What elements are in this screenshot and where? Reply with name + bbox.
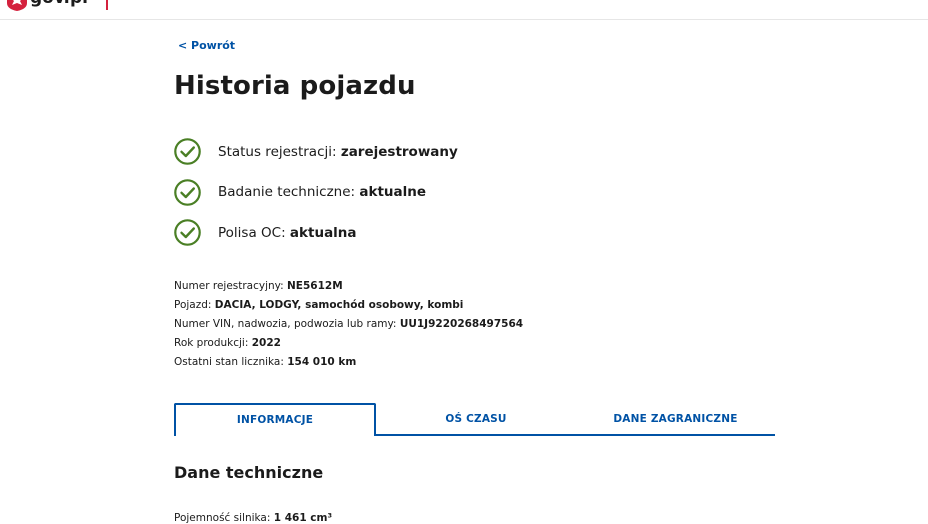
info-value: 154 010 km (287, 356, 357, 368)
vehicle-row-registration-number: Numer rejestracyjny: NE5612M (174, 277, 523, 296)
status-label: Polisa OC: (218, 224, 286, 241)
tab-bar: INFORMACJE OŚ CZASU DANE ZAGRANICZNE (174, 403, 775, 436)
check-circle-icon (174, 138, 201, 165)
logo-text[interactable]: gov.pl (30, 0, 88, 8)
info-value: NE5612M (287, 280, 343, 292)
info-value: 2022 (251, 337, 281, 349)
info-value: DACIA, LODGY, samochód osobowy, kombi (214, 299, 464, 311)
status-text: Polisa OC: aktualna (218, 225, 357, 241)
info-value: UU1J9220268497564 (399, 318, 524, 330)
info-label: Numer rejestracyjny: (174, 280, 284, 292)
info-label: Pojemność silnika: (174, 512, 271, 524)
vehicle-row-odometer: Ostatni stan licznika: 154 010 km (174, 353, 523, 372)
page-title: Historia pojazdu (174, 71, 416, 101)
status-list: Status rejestracji: zarejestrowany Badan… (174, 138, 674, 260)
vehicle-row-vin: Numer VIN, nadwozia, podwozia lub ramy: … (174, 315, 523, 334)
status-value: aktualne (359, 184, 427, 200)
logo-divider (106, 0, 108, 10)
tab-informacje[interactable]: INFORMACJE (174, 403, 376, 436)
header-breadcrumb[interactable]: … › … (177, 0, 210, 1)
vehicle-row-year: Rok produkcji: 2022 (174, 334, 523, 353)
status-row-inspection: Badanie techniczne: aktualne (174, 178, 674, 206)
check-circle-icon (174, 219, 201, 246)
vehicle-info: Numer rejestracyjny: NE5612M Pojazd: DAC… (174, 277, 523, 372)
info-label: Ostatni stan licznika: (174, 356, 284, 368)
status-text: Badanie techniczne: aktualne (218, 184, 426, 200)
vehicle-row-model: Pojazd: DACIA, LODGY, samochód osobowy, … (174, 296, 523, 315)
eagle-emblem-icon (7, 0, 27, 11)
info-label: Rok produkcji: (174, 337, 249, 349)
status-value: aktualna (289, 224, 357, 241)
tab-dane-zagraniczne[interactable]: DANE ZAGRANICZNE (576, 403, 775, 434)
status-row-registration: Status rejestracji: zarejestrowany (174, 138, 674, 165)
status-text: Status rejestracji: zarejestrowany (218, 144, 458, 160)
tab-os-czasu[interactable]: OŚ CZASU (376, 403, 576, 434)
status-label: Badanie techniczne: (218, 184, 356, 200)
status-value: zarejestrowany (340, 143, 458, 160)
back-link[interactable]: < Powrót (178, 39, 235, 52)
status-label: Status rejestracji: (218, 143, 337, 160)
section-title: Dane techniczne (174, 463, 324, 482)
info-label: Pojazd: (174, 299, 212, 311)
info-value: 1 461 cm³ (273, 512, 333, 524)
logo[interactable] (6, 0, 28, 11)
top-header: gov.pl … › … (0, 0, 928, 20)
check-circle-icon (174, 178, 201, 206)
tech-row-engine-capacity: Pojemność silnika: 1 461 cm³ (174, 512, 332, 524)
status-row-insurance: Polisa OC: aktualna (174, 219, 674, 246)
info-label: Numer VIN, nadwozia, podwozia lub ramy: (174, 318, 397, 330)
